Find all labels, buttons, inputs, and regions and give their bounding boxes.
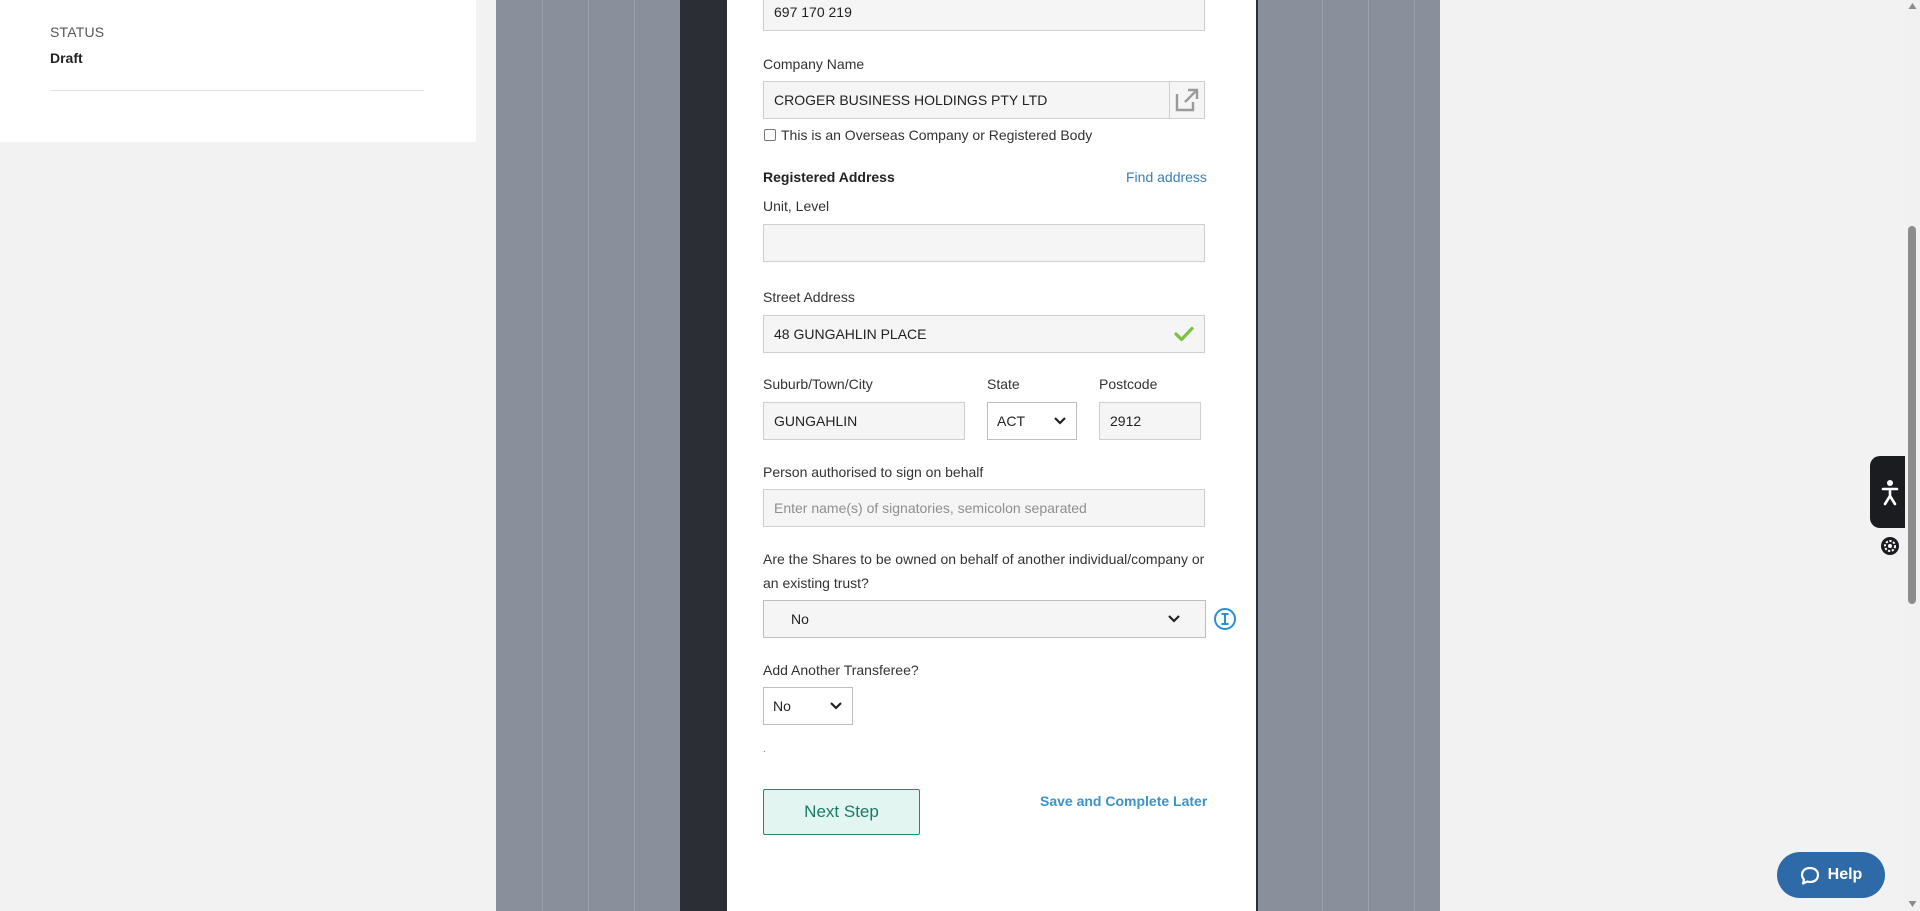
status-card: STATUS Draft [0,0,476,142]
shares-question-line2: an existing trust? [763,575,869,591]
signatory-placeholder: Enter name(s) of signatories, semicolon … [774,500,1087,516]
bg-stripe [634,0,635,911]
company-lookup-button[interactable] [1169,81,1205,119]
unit-level-input[interactable] [763,224,1205,262]
shares-question-line1: Are the Shares to be owned on behalf of … [763,551,1205,567]
unit-level-label: Unit, Level [763,198,830,214]
state-value: ACT [997,413,1025,429]
status-label: STATUS [50,24,105,40]
street-address-input[interactable]: 48 GUNGAHLIN PLACE [763,315,1205,353]
postcode-input[interactable]: 2912 [1099,402,1201,440]
checkmark-icon [1174,326,1194,342]
state-select[interactable]: ACT [987,402,1077,440]
help-label: Help [1827,866,1863,883]
chevron-down-icon [1054,417,1066,425]
bg-stripe [588,0,589,911]
bg-stripe [542,0,543,911]
shares-value: No [791,611,809,627]
scroll-up-arrow-icon[interactable] [1908,2,1917,10]
another-transferee-value: No [773,698,791,714]
overseas-checkbox[interactable] [764,129,776,141]
bg-stripe [1414,0,1415,911]
postcode-value: 2912 [1110,413,1142,429]
acn-field[interactable]: 697 170 219 [763,0,1205,31]
registered-address-heading: Registered Address [763,169,895,185]
overseas-checkbox-label[interactable]: This is an Overseas Company or Registere… [781,127,1092,143]
save-complete-later-link[interactable]: Save and Complete Later [1040,793,1207,809]
postcode-label: Postcode [1099,376,1158,392]
another-transferee-label: Add Another Transferee? [763,662,919,678]
another-transferee-select[interactable]: No [763,687,853,725]
find-address-link[interactable]: Find address [1126,169,1207,185]
company-name-value: CROGER BUSINESS HOLDINGS PTY LTD [774,92,1048,108]
suburb-input[interactable]: GUNGAHLIN [763,402,965,440]
accessibility-icon [1881,480,1899,506]
bg-stripe [1322,0,1323,911]
street-address-label: Street Address [763,289,855,305]
gear-icon[interactable] [1880,536,1900,556]
help-button[interactable]: Help [1777,852,1885,898]
transferee-form: 697 170 219 Company Name CROGER BUSINESS… [727,0,1256,911]
acn-value: 697 170 219 [774,3,852,20]
company-name-input[interactable]: CROGER BUSINESS HOLDINGS PTY LTD [763,81,1170,119]
scrollbar-thumb[interactable] [1908,226,1916,604]
next-step-button[interactable]: Next Step [763,789,920,835]
street-address-value: 48 GUNGAHLIN PLACE [774,326,927,342]
divider [50,90,424,91]
suburb-label: Suburb/Town/City [763,376,873,392]
state-label: State [987,376,1020,392]
suburb-value: GUNGAHLIN [774,413,858,429]
info-icon[interactable] [1213,607,1237,631]
company-name-label: Company Name [763,56,865,72]
accessibility-tab[interactable] [1870,456,1910,528]
shares-on-behalf-select[interactable]: No [763,600,1206,638]
status-value: Draft [50,50,83,66]
scroll-down-arrow-icon[interactable] [1908,900,1917,908]
chevron-down-icon [1168,615,1180,623]
bg-stripe [1368,0,1369,911]
signatory-label: Person authorised to sign on behalf [763,464,984,480]
chat-bubble-icon [1800,866,1819,885]
signatory-input[interactable]: Enter name(s) of signatories, semicolon … [763,489,1205,527]
chevron-down-icon [830,702,842,710]
external-link-icon [1175,88,1199,112]
dot-text: . [763,744,766,755]
